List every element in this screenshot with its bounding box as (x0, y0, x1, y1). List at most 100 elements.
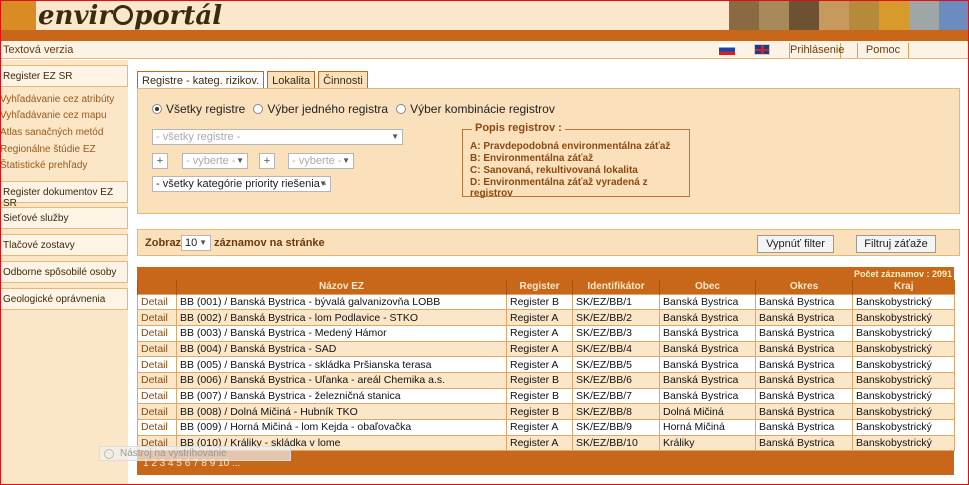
top-navigation-bar: Textová verzia Prihlásenie Pomoc (0, 41, 969, 59)
radio-selected-icon (152, 104, 162, 114)
register-legend: Popis registrov : A: Pravdepodobná envir… (462, 122, 690, 199)
radio-register-combination[interactable]: Výber kombinácie registrov (396, 102, 555, 116)
detail-link[interactable]: Detail (137, 324, 177, 342)
cell-identifier: SK/EZ/BB/1 (572, 293, 660, 311)
cell-register: Register A (506, 324, 573, 342)
enviroportal-logo[interactable]: envir portál (38, 1, 222, 30)
detail-link[interactable]: Detail (137, 403, 177, 420)
cell-register: Register A (506, 340, 573, 358)
detail-link[interactable]: Detail (137, 356, 177, 373)
cell-municipality: Banská Bystrica (659, 309, 756, 326)
cell-identifier: SK/EZ/BB/5 (572, 356, 660, 373)
cell-district: Banská Bystrica (755, 340, 853, 358)
page-size-suffix-label: záznamov na stránke (214, 237, 325, 249)
table-row: Detail BB (001) / Banská Bystrica - býval… (137, 293, 955, 311)
sidebar-item-print-reports[interactable]: Tlačové zostavy (0, 234, 128, 256)
sidebar-link-regional-studies[interactable]: Regionálne štúdie EZ (0, 144, 96, 155)
table-row: Detail BB (003) / Banská Bystrica - Meden… (137, 324, 955, 342)
cell-district: Banská Bystrica (755, 309, 853, 326)
globe-icon (113, 5, 134, 25)
radio-all-registers[interactable]: Všetky registre (152, 102, 245, 116)
column-header-district[interactable]: Okres (755, 280, 853, 294)
sidebar-link-attribute-search[interactable]: Vyhľadávanie cez atribúty (0, 94, 114, 105)
detail-link[interactable]: Detail (137, 340, 177, 358)
reset-filter-button[interactable]: Vypnúť filter (757, 235, 834, 253)
sidebar-item-register-ez[interactable]: Register EZ SR (0, 65, 128, 87)
english-flag-icon[interactable] (754, 44, 770, 55)
table-row: Detail BB (005) / Banská Bystrica - sklád… (137, 356, 955, 373)
tab-registers[interactable]: Registre - kateg. rizikov. (137, 71, 265, 89)
site-header: envir portál (0, 0, 969, 30)
detail-link[interactable]: Detail (137, 309, 177, 326)
sidebar-link-remediation-atlas[interactable]: Atlas sanačných metód (0, 127, 103, 138)
header-accent-bar (0, 30, 969, 41)
cell-name: BB (008) / Dolná Mičiná - Hubník TKO (176, 403, 507, 420)
detail-link[interactable]: Detail (137, 387, 177, 405)
sidebar-item-network-services[interactable]: Sieťové služby (0, 207, 128, 229)
register-select[interactable]: - všetky registre - ▼ (152, 129, 403, 145)
cell-name: BB (003) / Banská Bystrica - Medený Hámo… (176, 324, 507, 342)
cell-municipality: Horná Mičiná (659, 419, 756, 436)
tab-activities[interactable]: Činnosti (318, 71, 368, 89)
sidebar-item-qualified-persons[interactable]: Odborne spôsobilé osoby (0, 261, 128, 283)
column-header-region[interactable]: Kraj (852, 280, 955, 294)
cell-register: Register A (506, 356, 573, 373)
cell-municipality: Dolná Mičiná (659, 403, 756, 420)
cell-municipality: Banská Bystrica (659, 293, 756, 311)
sidebar-item-geological-licenses[interactable]: Geologické oprávnenia (0, 288, 128, 310)
filter-panel: Všetky registre Výber jedného registra V… (137, 88, 960, 214)
cell-district: Banská Bystrica (755, 293, 853, 311)
cell-name: BB (001) / Banská Bystrica - bývalá galv… (176, 293, 507, 311)
detail-link[interactable]: Detail (137, 293, 177, 311)
snipping-tool-tooltip: Nástroj na vystrihovanie (99, 446, 291, 461)
slovak-flag-icon[interactable] (719, 44, 735, 55)
radio-icon (253, 104, 264, 114)
priority-category-select[interactable]: - všetky kategórie priority riešenia - ▼ (152, 176, 331, 192)
cell-municipality: Banská Bystrica (659, 387, 756, 405)
register-pick-select-1[interactable]: - vyberte - ▼ (182, 153, 248, 169)
tab-location[interactable]: Lokalita (267, 71, 316, 89)
column-header-register[interactable]: Register (506, 280, 573, 294)
detail-link[interactable]: Detail (137, 419, 177, 436)
sun-logo-icon (0, 0, 36, 30)
cell-register: Register A (506, 434, 573, 452)
add-register-button-2[interactable]: + (259, 153, 275, 169)
cell-region: Banskobystrický (852, 324, 955, 342)
cell-register: Register B (506, 387, 573, 405)
filter-tabs: Registre - kateg. rizikov. Lokalita Činn… (137, 71, 371, 89)
cell-register: Register A (506, 419, 573, 436)
cell-identifier: SK/EZ/BB/8 (572, 403, 660, 420)
sidebar-item-document-register[interactable]: Register dokumentov EZ SR (0, 181, 128, 209)
cell-municipality: Banská Bystrica (659, 324, 756, 342)
login-link[interactable]: Prihlásenie (789, 43, 844, 58)
cell-register: Register B (506, 403, 573, 420)
cell-region: Banskobystrický (852, 371, 955, 389)
table-row: Detail BB (009) / Horná Mičiná - lom Kejd… (137, 419, 955, 436)
legend-item-d: D: Environmentálna záťaž vyradená z regi… (470, 177, 648, 199)
sidebar-link-statistics[interactable]: Štatistické prehľady (0, 160, 87, 171)
cell-identifier: SK/EZ/BB/3 (572, 324, 660, 342)
text-version-link[interactable]: Textová verzia (3, 44, 73, 56)
chevron-down-icon: ▼ (199, 238, 207, 247)
radio-single-register[interactable]: Výber jedného registra (253, 102, 388, 116)
cell-region: Banskobystrický (852, 419, 955, 436)
table-row: Detail BB (006) / Banská Bystrica - Uľank… (137, 371, 955, 389)
column-header (137, 280, 177, 294)
page-size-select[interactable]: 10 ▼ (181, 235, 211, 251)
table-row: Detail BB (004) / Banská Bystrica - SAD Re… (137, 340, 955, 358)
detail-link[interactable]: Detail (137, 371, 177, 389)
apply-filter-button[interactable]: Filtruj záťaže (856, 235, 936, 253)
table-row: Detail BB (002) / Banská Bystrica - lom P… (137, 309, 955, 326)
cell-district: Banská Bystrica (755, 419, 853, 436)
column-header-name[interactable]: Názov EZ (176, 280, 507, 294)
legend-title: Popis registrov : (472, 122, 565, 134)
sidebar-link-map-search[interactable]: Vyhľadávanie cez mapu (0, 110, 107, 121)
chevron-down-icon: ▼ (236, 156, 244, 165)
register-pick-select-2[interactable]: - vyberte - ▼ (288, 153, 354, 169)
add-register-button[interactable]: + (152, 153, 168, 169)
column-header-municipality[interactable]: Obec (659, 280, 756, 294)
legend-item-a: A: Pravdepodobná environmentálna záťaž (470, 141, 671, 152)
column-header-identifier[interactable]: Identifikátor (572, 280, 660, 294)
cell-district: Banská Bystrica (755, 324, 853, 342)
help-link[interactable]: Pomoc (857, 43, 909, 58)
